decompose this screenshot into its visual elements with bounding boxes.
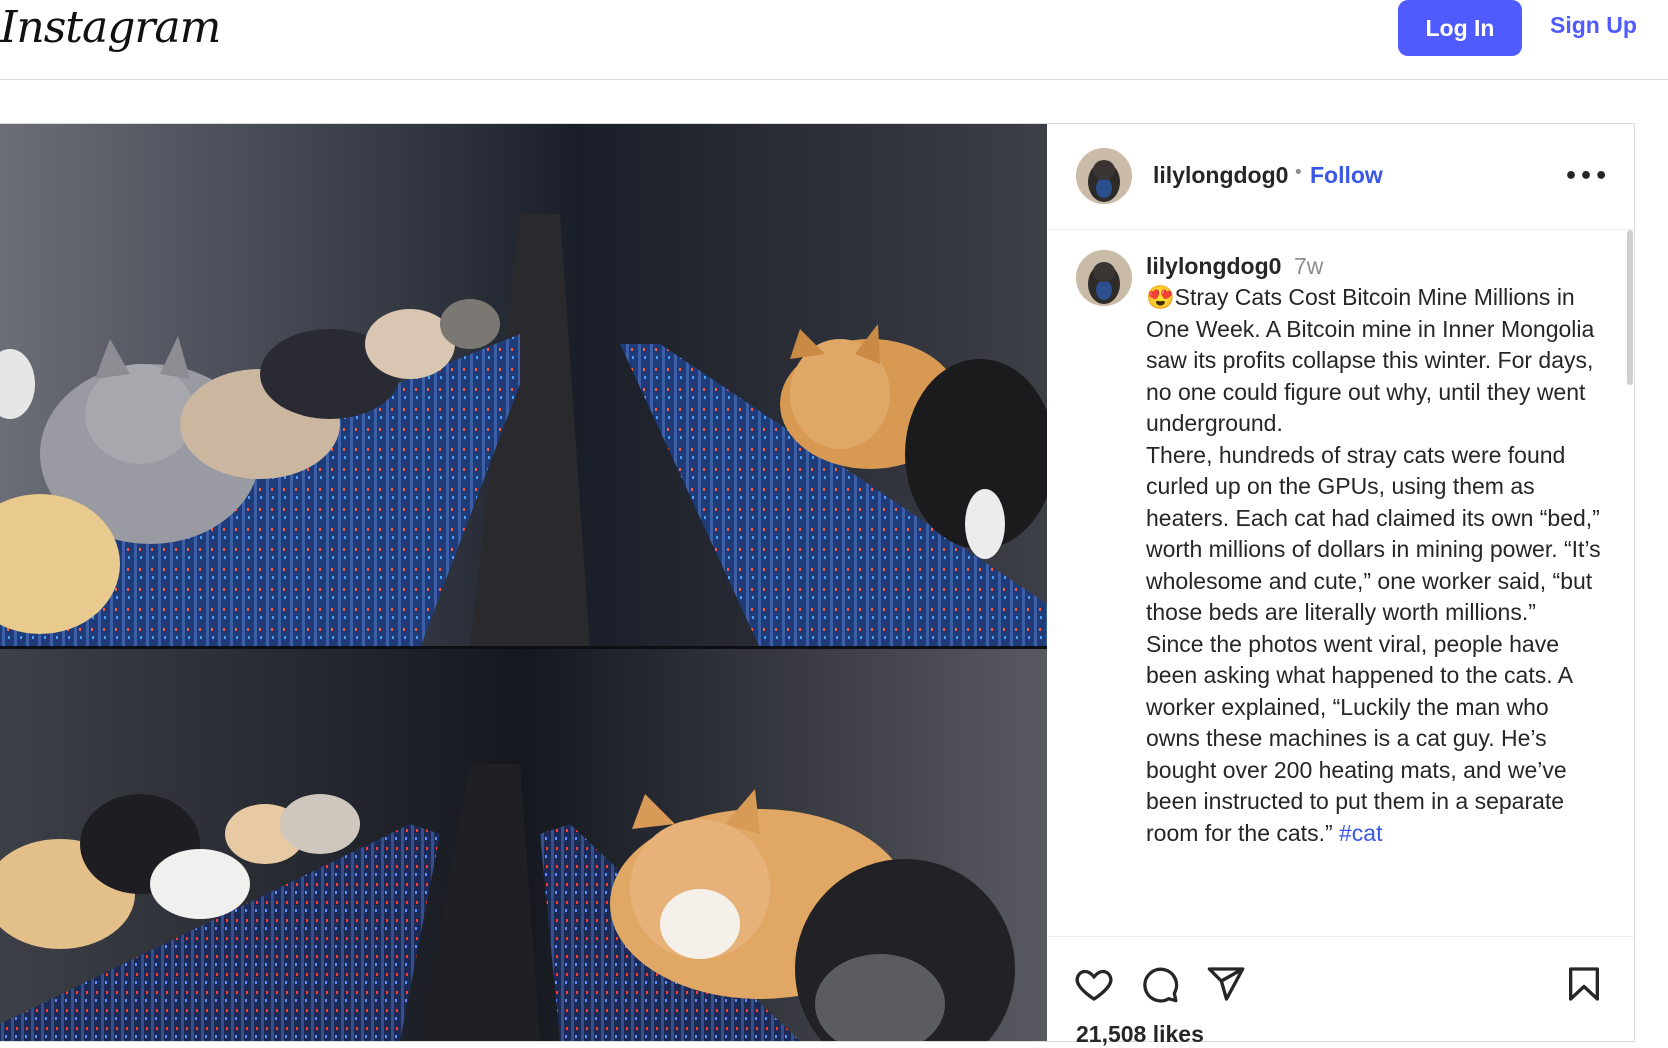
post-image[interactable] [0, 124, 1047, 1041]
top-bar: Instagram Log In Sign Up [0, 0, 1668, 80]
share-icon[interactable] [1206, 964, 1246, 1004]
likes-count[interactable]: 21,508 likes [1076, 1021, 1204, 1048]
caption-scrollbar[interactable] [1627, 230, 1633, 385]
hashtag-link[interactable]: #cat [1339, 820, 1382, 846]
caption-paragraph: Since the photos went viral, people have… [1146, 630, 1572, 846]
signup-link[interactable]: Sign Up [1550, 12, 1637, 39]
cats-mining-photo [0, 124, 1047, 1041]
more-options-icon[interactable]: ••• [1564, 164, 1609, 189]
action-bar: 21,508 likes [1048, 936, 1634, 1047]
caption-text: 😍Stray Cats Cost Bitcoin Mine Millions i… [1146, 282, 1604, 849]
caption-username[interactable]: lilylongdog0 [1146, 253, 1281, 280]
dog-avatar-image [1076, 148, 1132, 204]
dog-avatar-image [1076, 250, 1132, 306]
post-container: lilylongdog0 • Follow ••• lilylongdog0 7… [0, 123, 1635, 1047]
instagram-logo[interactable]: Instagram [0, 2, 221, 53]
post-time[interactable]: 7w [1294, 253, 1323, 280]
separator-dot: • [1293, 162, 1304, 183]
bookmark-icon[interactable] [1564, 964, 1604, 1004]
author-username[interactable]: lilylongdog0 [1153, 162, 1288, 189]
login-button[interactable]: Log In [1398, 0, 1522, 56]
post-header: lilylongdog0 • Follow ••• [1048, 124, 1634, 230]
follow-button[interactable]: Follow [1310, 162, 1383, 189]
smiling-face-heart-eyes-emoji: 😍 [1146, 284, 1175, 310]
comment-icon[interactable] [1140, 964, 1180, 1004]
caption-avatar[interactable] [1076, 250, 1132, 306]
caption-paragraph: 😍Stray Cats Cost Bitcoin Mine Millions i… [1146, 284, 1595, 436]
heart-icon[interactable] [1074, 964, 1114, 1004]
author-avatar[interactable] [1076, 148, 1132, 204]
caption-section: lilylongdog0 7w 😍Stray Cats Cost Bitcoin… [1048, 230, 1634, 930]
post-sidebar: lilylongdog0 • Follow ••• lilylongdog0 7… [1048, 124, 1634, 1047]
caption-paragraph: There, hundreds of stray cats were found… [1146, 441, 1601, 626]
